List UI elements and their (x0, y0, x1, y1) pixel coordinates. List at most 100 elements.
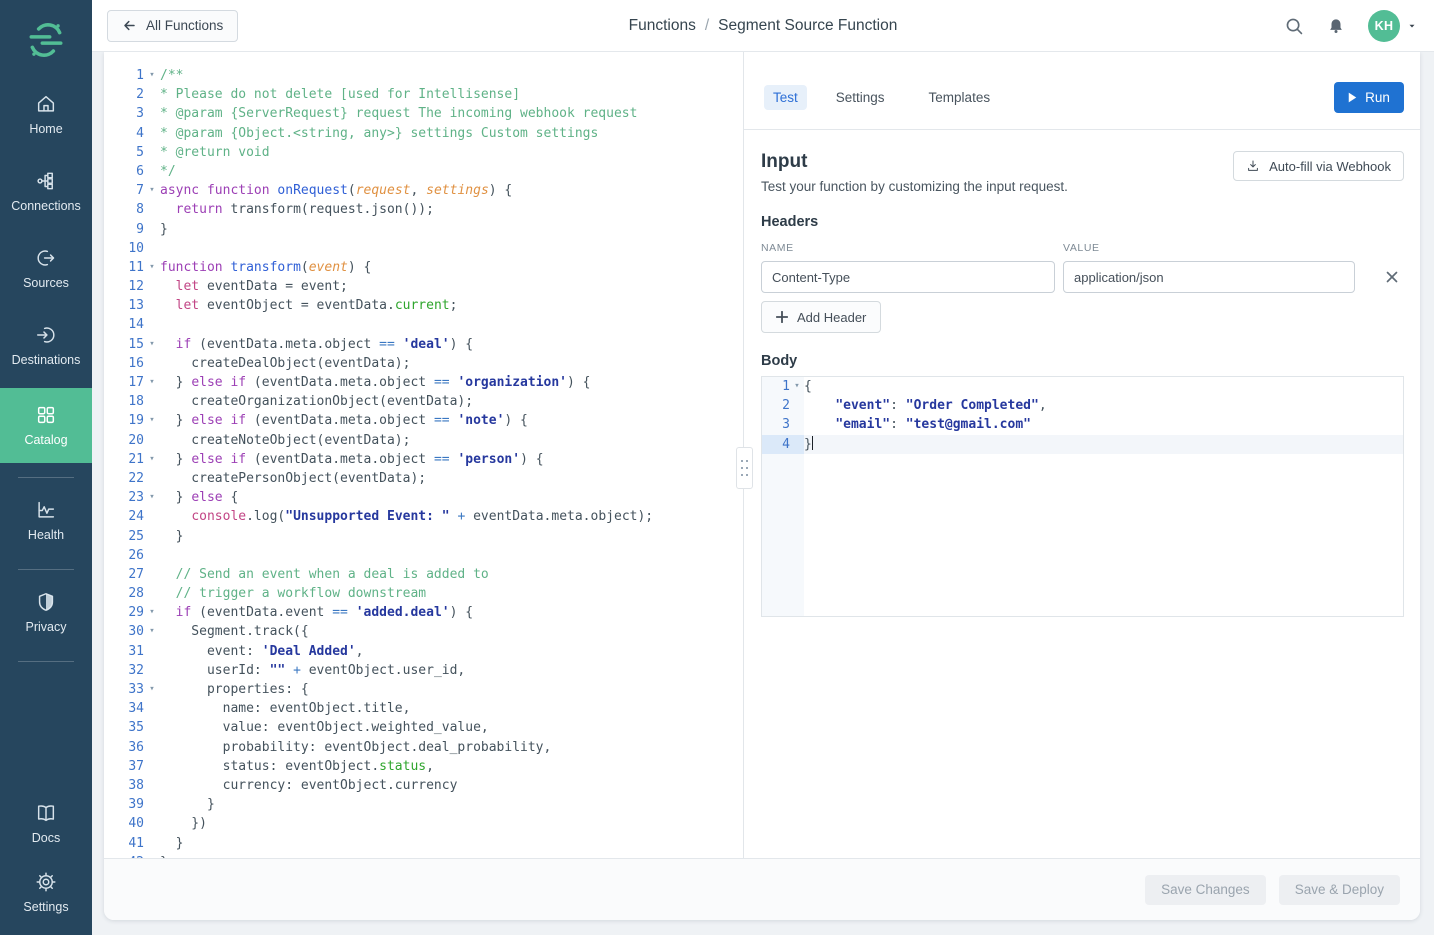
code-text (160, 315, 743, 334)
header-value-input[interactable] (1063, 261, 1355, 293)
search-icon[interactable] (1284, 16, 1304, 36)
tab-templates[interactable]: Templates (920, 85, 1000, 110)
code-line: 34 name: eventObject.title, (104, 699, 743, 718)
test-panel: TestSettingsTemplates Run Input Test you… (744, 52, 1420, 858)
chevron-down-icon[interactable] (1406, 20, 1418, 32)
fold-arrow-icon[interactable]: ▾ (144, 373, 160, 392)
catalog-icon (35, 404, 57, 426)
fold-arrow-icon[interactable]: ▾ (144, 66, 160, 85)
line-number: 4 (104, 124, 144, 143)
sidebar-item-home[interactable]: Home (0, 80, 92, 149)
add-header-button[interactable]: Add Header (761, 301, 881, 333)
code-line: 38 currency: eventObject.currency (104, 776, 743, 795)
sidebar-item-label: Catalog (24, 433, 67, 447)
sidebar-item-destinations[interactable]: Destinations (0, 311, 92, 380)
sidebar-item-privacy[interactable]: Privacy (0, 578, 92, 647)
home-icon (35, 93, 57, 115)
line-number: 7 (104, 181, 144, 200)
code-text: properties: { (160, 680, 743, 699)
sidebar-item-health[interactable]: Health (0, 486, 92, 555)
sidebar-item-sources[interactable]: Sources (0, 234, 92, 303)
sidebar-item-catalog[interactable]: Catalog (0, 388, 92, 463)
fold-arrow-icon[interactable]: ▾ (144, 411, 160, 430)
line-number: 18 (104, 392, 144, 411)
fold-arrow-icon[interactable]: ▾ (144, 622, 160, 641)
code-line: 40 }) (104, 814, 743, 833)
fold-gutter (144, 162, 160, 181)
back-arrow-icon (122, 18, 137, 33)
fold-arrow-icon[interactable]: ▾ (144, 335, 160, 354)
line-number: 37 (104, 757, 144, 776)
fold-arrow-icon[interactable]: ▾ (144, 181, 160, 200)
code-line: 21▾ } else if (eventData.meta.object == … (104, 450, 743, 469)
line-number: 9 (104, 220, 144, 239)
fold-gutter (144, 814, 160, 833)
code-text: if (eventData.meta.object == 'deal') { (160, 335, 743, 354)
avatar[interactable]: KH (1368, 10, 1400, 42)
code-line: 35 value: eventObject.weighted_value, (104, 718, 743, 737)
code-text: */ (160, 162, 743, 181)
breadcrumb-separator: / (705, 17, 709, 34)
line-number: 30 (104, 622, 144, 641)
fold-arrow-icon[interactable]: ▾ (144, 258, 160, 277)
input-section-subtitle: Test your function by customizing the in… (761, 179, 1068, 194)
code-text: "email": "test@gmail.com" (804, 415, 1403, 434)
code-text: if (eventData.event == 'added.deal') { (160, 603, 743, 622)
fold-arrow-icon[interactable]: ▾ (790, 377, 804, 396)
tab-settings[interactable]: Settings (827, 85, 894, 110)
headers-label: Headers (761, 214, 1404, 230)
breadcrumb-functions-link[interactable]: Functions (629, 17, 696, 34)
fold-gutter (144, 296, 160, 315)
line-number: 22 (104, 469, 144, 488)
sidebar-item-connections[interactable]: Connections (0, 157, 92, 226)
save-changes-button[interactable]: Save Changes (1145, 875, 1266, 905)
header-name-input[interactable] (761, 261, 1055, 293)
code-line: 4* @param {Object.<string, any>} setting… (104, 124, 743, 143)
line-number: 33 (104, 680, 144, 699)
sidebar-item-settings[interactable]: Settings (0, 858, 92, 927)
sidebar-item-docs[interactable]: Docs (0, 789, 92, 858)
code-line: 1▾{ (762, 377, 1403, 396)
body-json-editor[interactable]: 1▾{2 "event": "Order Completed",3 "email… (761, 376, 1404, 617)
line-number: 3 (762, 415, 790, 434)
fold-gutter (144, 776, 160, 795)
code-editor[interactable]: 1▾/**2* Please do not delete [used for I… (104, 52, 744, 858)
fold-gutter (144, 85, 160, 104)
line-number: 17 (104, 373, 144, 392)
fold-gutter (144, 527, 160, 546)
line-number: 12 (104, 277, 144, 296)
fold-gutter (144, 507, 160, 526)
code-line: 10 (104, 239, 743, 258)
code-line: 24 console.log("Unsupported Event: " + e… (104, 507, 743, 526)
run-button[interactable]: Run (1334, 82, 1404, 113)
code-text: event: 'Deal Added', (160, 642, 743, 661)
code-line: 2* Please do not delete [used for Intell… (104, 85, 743, 104)
notifications-bell-icon[interactable] (1326, 16, 1346, 36)
remove-header-icon[interactable] (1386, 271, 1398, 283)
line-number: 5 (104, 143, 144, 162)
line-number: 26 (104, 546, 144, 565)
code-text: value: eventObject.weighted_value, (160, 718, 743, 737)
line-number: 21 (104, 450, 144, 469)
all-functions-back-button[interactable]: All Functions (107, 10, 238, 42)
code-line: 42} (104, 853, 743, 858)
fold-arrow-icon[interactable]: ▾ (144, 603, 160, 622)
code-line: 23▾ } else { (104, 488, 743, 507)
fold-gutter (144, 795, 160, 814)
docs-icon (35, 802, 57, 824)
pane-resize-handle[interactable] (736, 447, 753, 489)
line-number: 15 (104, 335, 144, 354)
code-line: 32 userId: "" + eventObject.user_id, (104, 661, 743, 680)
code-line: 1▾/** (104, 66, 743, 85)
fold-arrow-icon[interactable]: ▾ (144, 488, 160, 507)
code-line: 8 return transform(request.json()); (104, 200, 743, 219)
fold-arrow-icon[interactable]: ▾ (144, 680, 160, 699)
page-title: Segment Source Function (718, 17, 897, 34)
fold-arrow-icon[interactable]: ▾ (144, 450, 160, 469)
tab-test[interactable]: Test (764, 85, 807, 110)
code-line: 15▾ if (eventData.meta.object == 'deal')… (104, 335, 743, 354)
segment-logo-icon[interactable] (25, 18, 67, 62)
save-deploy-button[interactable]: Save & Deploy (1279, 875, 1400, 905)
autofill-webhook-button[interactable]: Auto-fill via Webhook (1233, 151, 1404, 181)
fold-gutter (144, 392, 160, 411)
